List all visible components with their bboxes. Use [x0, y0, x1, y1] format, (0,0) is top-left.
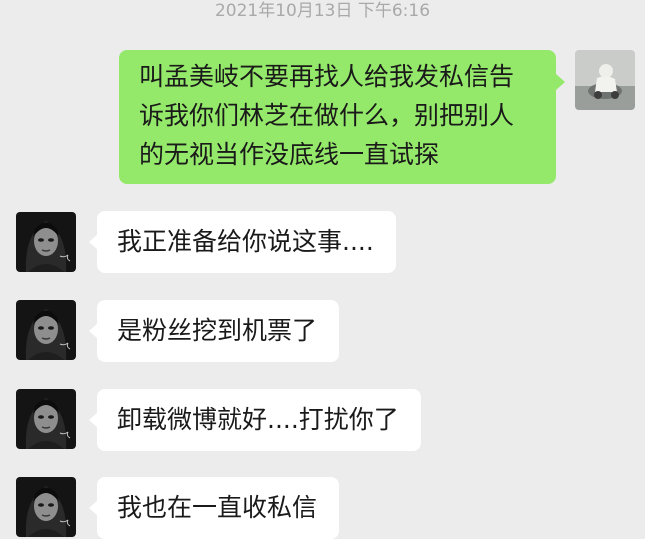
photo-avatar-icon[interactable] — [575, 50, 635, 110]
message-timestamp: 2021年10月13日 下午6:16 — [214, 1, 431, 21]
incoming-message-bubble[interactable]: 我也在一直收私信 — [88, 477, 340, 539]
dark-portrait-avatar-icon[interactable] — [16, 300, 76, 360]
incoming-message-bubble[interactable]: 卸载微博就好....打扰你了 — [89, 389, 421, 451]
incoming-message-bubble[interactable]: 我正准备给你说这事.... — [89, 211, 396, 273]
dark-portrait-avatar-icon[interactable] — [16, 212, 76, 272]
message-text-line: 诉我你们林芝在做什么，别把别人 — [139, 101, 515, 130]
message-text-line: 的无视当作没底线一直试探 — [139, 140, 440, 169]
incoming-message-bubble[interactable]: 是粉丝挖到机票了 — [88, 300, 340, 362]
message-text: 卸载微博就好....打扰你了 — [117, 405, 399, 434]
message-text: 我正准备给你说这事.... — [117, 227, 374, 256]
dark-portrait-avatar-icon[interactable] — [16, 477, 76, 537]
outgoing-message-bubble[interactable]: 叫孟美岐不要再找人给我发私信告 诉我你们林芝在做什么，别把别人 的无视当作没底线… — [119, 50, 565, 184]
message-text: 是粉丝挖到机票了 — [117, 316, 318, 345]
message-text-line: 叫孟美岐不要再找人给我发私信告 — [139, 62, 515, 91]
message-text: 我也在一直收私信 — [117, 493, 318, 522]
dark-portrait-avatar-icon[interactable] — [16, 389, 76, 449]
